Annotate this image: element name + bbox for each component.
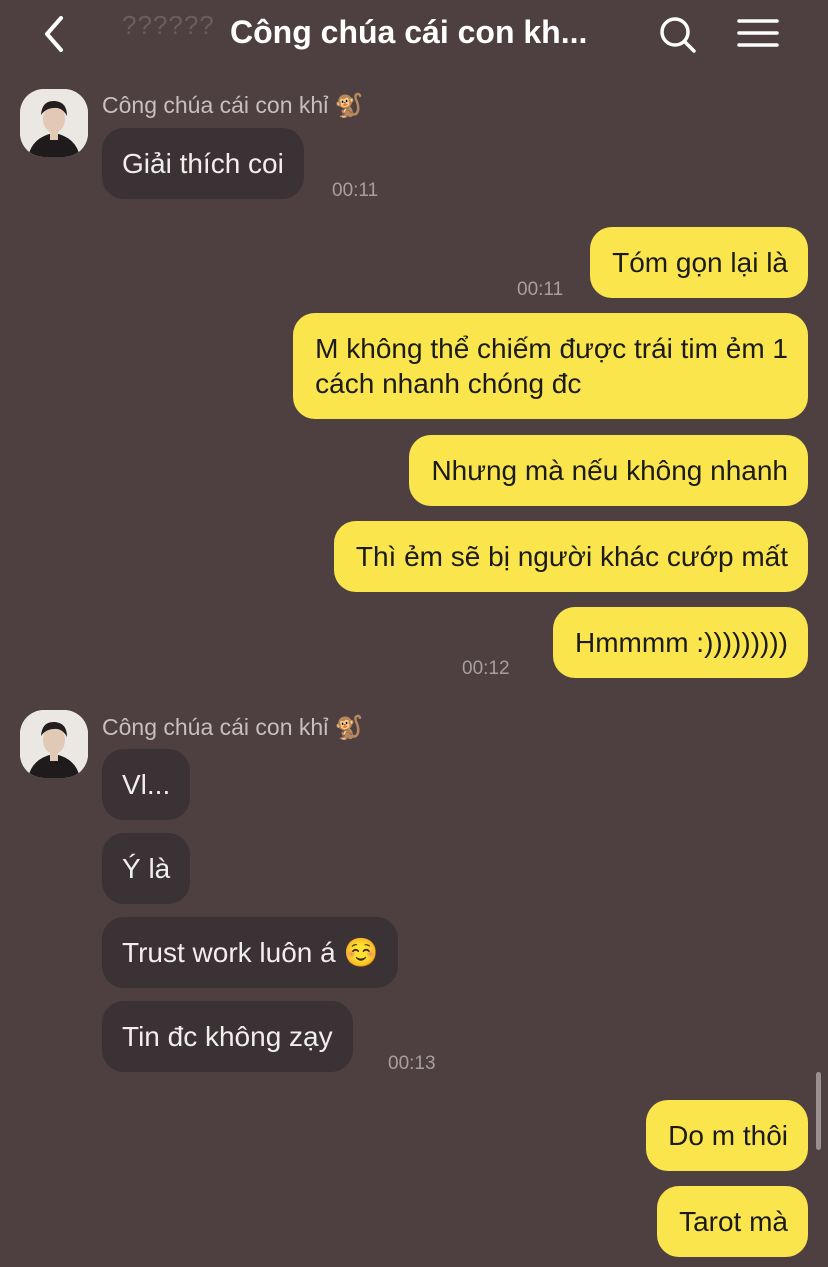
sender-name: Công chúa cái con khỉ 🐒: [102, 714, 364, 740]
outgoing-message[interactable]: Hmmmm :))))))))): [553, 607, 808, 678]
chevron-left-icon: [45, 16, 63, 52]
message-time: 00:13: [388, 1053, 436, 1074]
avatar[interactable]: [20, 710, 88, 778]
outgoing-message[interactable]: M không thể chiếm được trái tim ẻm 1 các…: [293, 313, 808, 419]
scrollbar[interactable]: [816, 1072, 821, 1150]
search-button[interactable]: [654, 12, 702, 60]
incoming-message[interactable]: Trust work luôn á ☺️: [102, 917, 399, 988]
search-icon: [660, 17, 696, 53]
message-line: cách nhanh chóng đc: [315, 368, 582, 399]
message-time: 00:12: [462, 658, 510, 679]
incoming-message[interactable]: Vl...: [102, 749, 191, 820]
back-button[interactable]: [30, 10, 78, 58]
outgoing-message[interactable]: Thì ẻm sẽ bị người khác cướp mất: [333, 521, 808, 592]
message-time: 00:11: [517, 279, 564, 300]
previous-message-preview: ??????: [122, 10, 215, 40]
outgoing-message[interactable]: Do m thôi: [646, 1100, 808, 1171]
hamburger-menu-icon: [737, 19, 779, 47]
message-line: M không thể chiếm được trái tim ẻm 1: [315, 333, 788, 364]
person-photo-icon: [20, 89, 88, 157]
incoming-message[interactable]: Giải thích coi: [102, 128, 304, 199]
incoming-message[interactable]: Ý là: [102, 833, 191, 904]
incoming-message[interactable]: Tin đc không zạy: [102, 1001, 353, 1072]
outgoing-message[interactable]: Tarot mà: [657, 1186, 808, 1257]
person-photo-icon: [20, 710, 88, 778]
chat-title: Công chúa cái con kh...: [230, 14, 588, 50]
sender-name: Công chúa cái con khỉ 🐒: [102, 92, 364, 118]
outgoing-message[interactable]: Nhưng mà nếu không nhanh: [409, 435, 808, 506]
chat-header: ?????? Công chúa cái con kh...: [0, 0, 828, 72]
menu-button[interactable]: [734, 12, 782, 60]
outgoing-message[interactable]: Tóm gọn lại là: [590, 227, 808, 298]
message-time: 00:11: [332, 180, 379, 201]
avatar[interactable]: [20, 89, 88, 157]
